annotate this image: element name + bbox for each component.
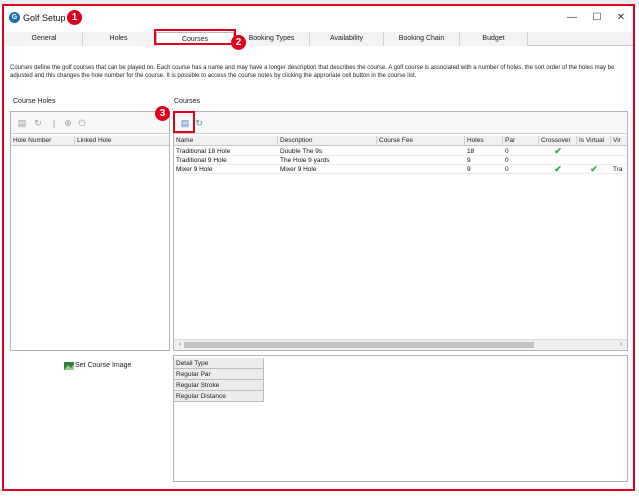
new-document-icon[interactable]: ▤ [17,118,27,128]
cell-course-fee [377,147,465,156]
separator-icon: | [52,118,56,128]
col-crossover[interactable]: Crossover [539,136,577,146]
course-details-panel: Detail Type Regular Par Regular Stroke R… [173,355,628,482]
golf-app-icon: G [9,12,20,23]
scroll-left-icon[interactable]: ‹ [176,341,184,349]
add-icon[interactable]: ⊕ [63,118,73,128]
set-course-image-button[interactable]: Set Course Image [75,362,131,369]
tab-courses[interactable]: Courses [156,32,234,46]
col-is-virtual[interactable]: Is Virtual [577,136,611,146]
cell-description: Double The 9s [280,148,323,155]
cell-vir [611,156,627,165]
col-description[interactable]: Description [278,136,377,146]
annotation-badge-3: 3 [155,106,170,121]
courses-description: Courses define the golf courses that can… [10,65,615,79]
cell-vir: Tra [613,166,623,173]
courses-grid-header: Name Description Course Fee Holes Par Cr… [174,136,627,146]
courses-panel: ▤ ↻ Name Description Course Fee Holes Pa… [173,111,628,351]
table-row[interactable]: Traditional 9 Hole The Hole 9 yards 9 0 [174,156,627,165]
col-name[interactable]: Name [174,136,278,146]
image-icon [64,362,74,370]
tab-holes[interactable]: Holes [83,32,155,46]
refresh-icon[interactable]: ↻ [33,118,43,128]
tab-budget[interactable]: Budget [460,32,528,46]
cell-holes: 9 [467,157,471,164]
cell-name: Traditional 18 Hole [176,148,231,155]
os-title-strip [0,0,639,4]
annotation-badge-1: 1 [67,10,82,25]
virtual-check-icon: ✔ [590,165,598,174]
cell-holes: 18 [467,148,475,155]
window-title: Golf Setup [23,13,66,23]
scrollbar-thumb[interactable] [184,342,534,348]
table-row[interactable]: Traditional 18 Hole Double The 9s 18 0 ✔ [174,147,627,156]
cell-par: 0 [505,148,509,155]
crossover-check-icon: ✔ [554,165,562,174]
course-holes-toolbar: ▤ ↻ | ⊕ ⏻ [11,112,169,134]
close-button[interactable]: ✕ [611,11,631,25]
table-row[interactable]: Mixer 9 Hole Mixer 9 Hole 9 0 ✔ ✔ Tra [174,165,627,174]
courses-horizontal-scrollbar[interactable]: ‹ › [174,339,627,350]
crossover-check-icon: ✔ [554,147,562,156]
detail-row-regular-distance[interactable]: Regular Distance [174,391,264,402]
maximize-button[interactable]: ☐ [587,11,607,25]
col-par[interactable]: Par [503,136,539,146]
col-course-fee[interactable]: Course Fee [377,136,465,146]
cell-course-fee [377,165,465,174]
annotation-badge-2: 2 [231,35,246,50]
tab-booking-chain[interactable]: Booking Chain [384,32,460,46]
cell-course-fee [377,156,465,165]
col-holes[interactable]: Holes [465,136,503,146]
detail-row-regular-par[interactable]: Regular Par [174,369,264,380]
cell-description: The Hole 9 yards [280,157,330,164]
cell-vir [611,147,627,156]
col-linked-hole[interactable]: Linked Hole [75,136,169,146]
col-hole-number[interactable]: Hole Number [11,136,75,146]
window-titlebar [4,6,633,30]
new-course-icon[interactable]: ▤ [180,118,190,128]
cell-par: 0 [505,166,509,173]
course-holes-panel: ▤ ↻ | ⊕ ⏻ Hole Number Linked Hole [10,111,170,351]
cell-holes: 9 [467,166,471,173]
cell-name: Mixer 9 Hole [176,166,213,173]
col-vir[interactable]: Vir [611,136,627,146]
course-holes-grid-header: Hole Number Linked Hole [11,136,169,146]
cell-description: Mixer 9 Hole [280,166,317,173]
refresh-courses-icon[interactable]: ↻ [194,118,204,128]
tab-availability[interactable]: Availability [310,32,384,46]
tab-general[interactable]: General [6,32,83,46]
minimize-button[interactable]: — [562,11,582,25]
cell-par: 0 [505,157,509,164]
cell-name: Traditional 9 Hole [176,157,227,164]
detail-type-header: Detail Type [174,358,264,369]
detail-row-regular-stroke[interactable]: Regular Stroke [174,380,264,391]
scroll-right-icon[interactable]: › [617,341,625,349]
course-holes-label: Course Holes [13,98,56,105]
power-icon[interactable]: ⏻ [77,118,87,128]
courses-toolbar: ▤ ↻ [174,112,627,134]
courses-label: Courses [174,98,201,105]
